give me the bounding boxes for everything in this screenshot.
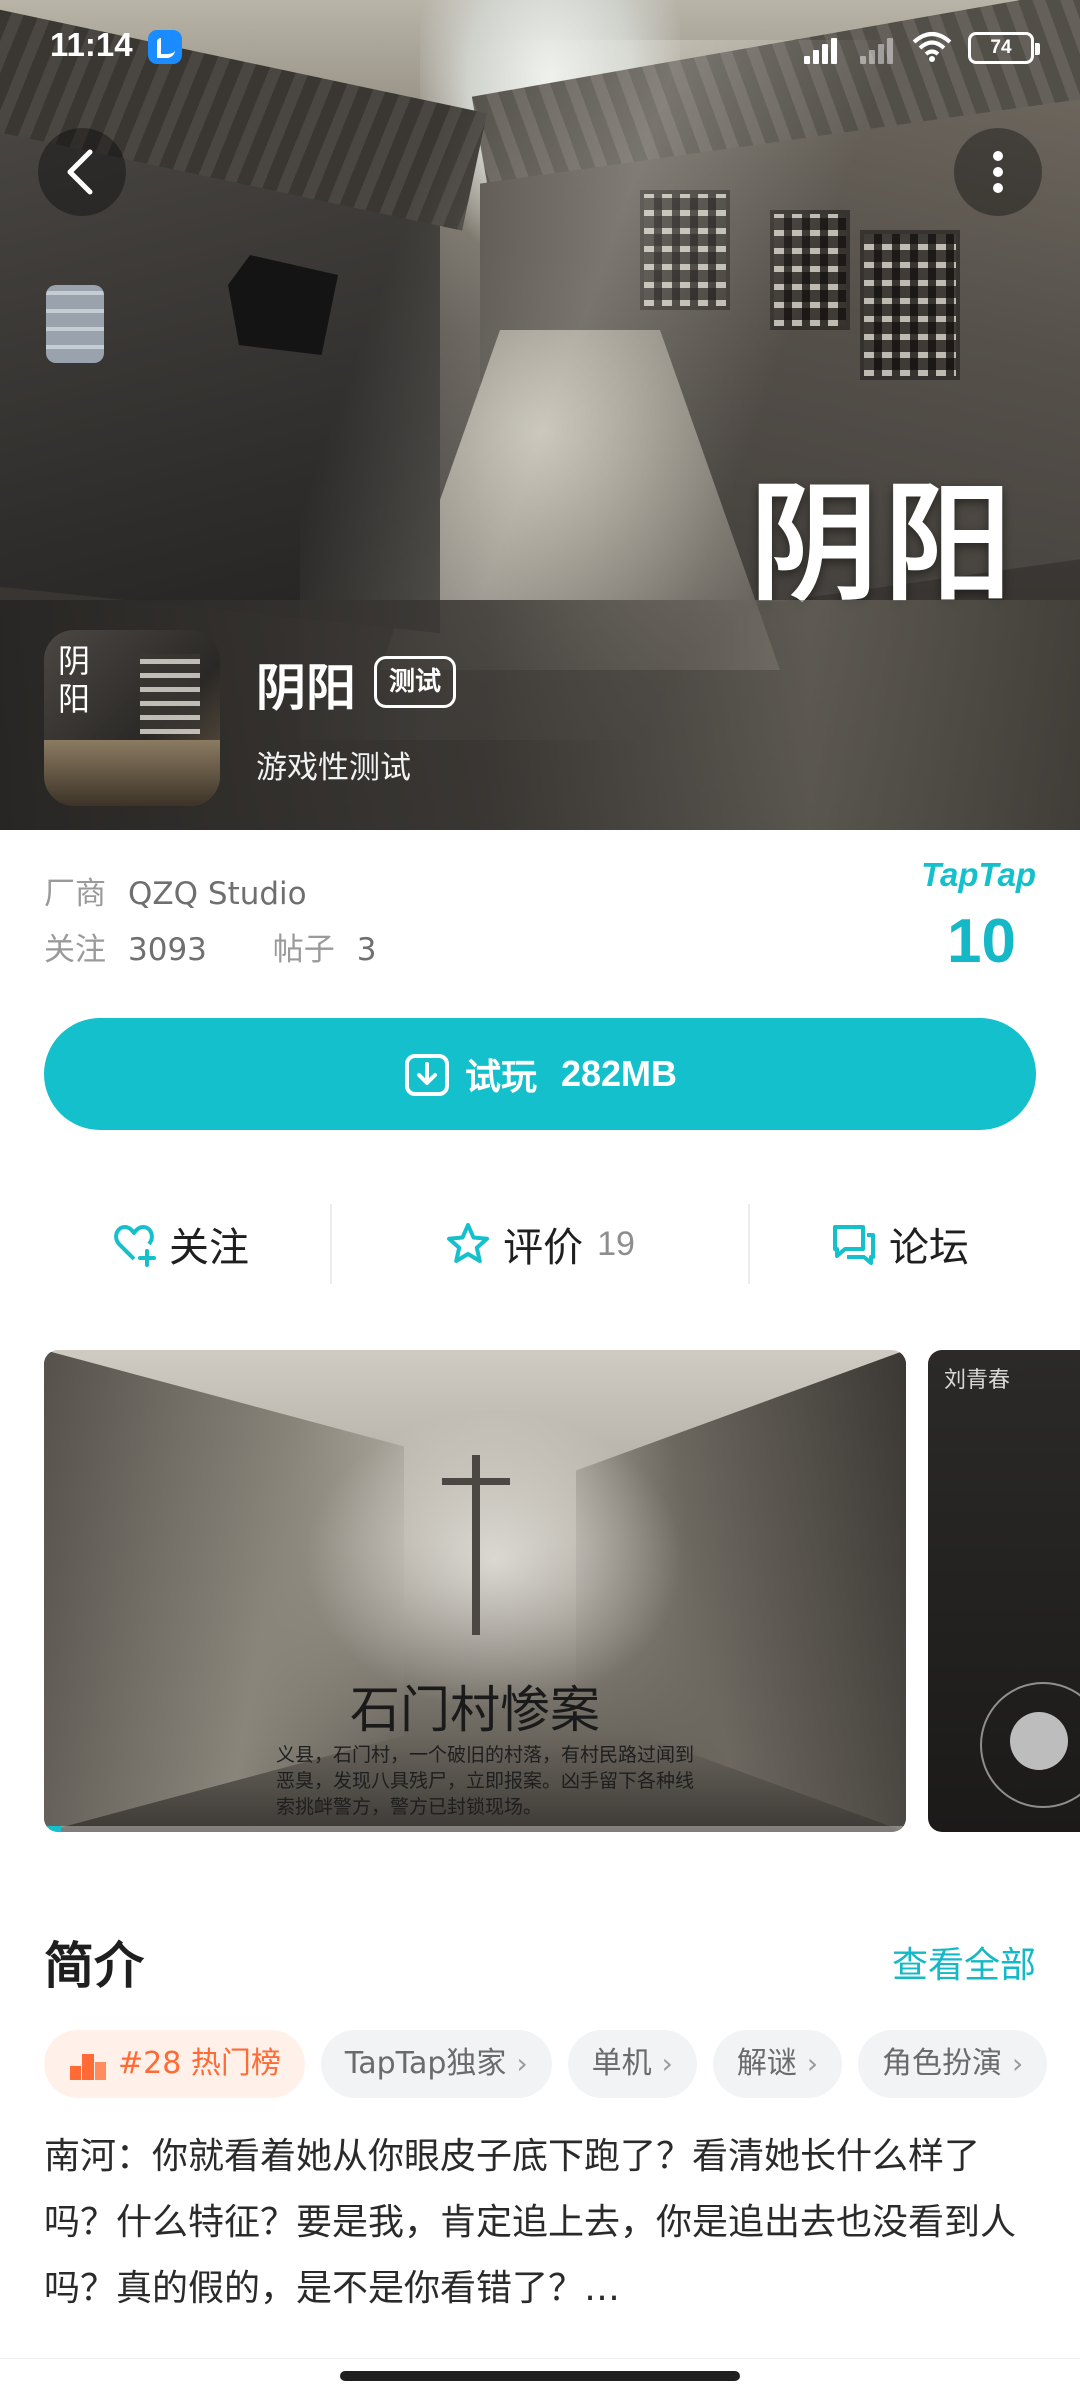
test-badge: 测试 xyxy=(374,656,457,708)
chevron-right-icon: › xyxy=(1012,2047,1024,2080)
tag-label: 解谜 xyxy=(736,2046,797,2081)
game-title: 阴阳 xyxy=(256,659,356,717)
game-icon-ground xyxy=(44,740,220,806)
intro-title: 简介 xyxy=(44,1937,144,1995)
download-size: 282MB xyxy=(560,1053,678,1094)
bottom-divider xyxy=(0,2358,1080,2359)
follow-button[interactable]: 关注 xyxy=(0,1196,360,1292)
posts-label: 帖子 xyxy=(272,932,335,968)
see-all-link[interactable]: 查看全部 xyxy=(892,1936,1036,1988)
game-icon-window xyxy=(140,654,200,734)
tag-chip-hot-rank[interactable]: #28 热门榜 xyxy=(44,2030,305,2098)
hero-title: 阴阳 xyxy=(749,469,1018,619)
status-bar: 11:14 74 xyxy=(0,0,1080,96)
wifi-icon xyxy=(912,32,952,62)
follow-label: 关注 xyxy=(44,932,106,968)
posts-count: 3 xyxy=(356,932,377,968)
media-progress-fill xyxy=(44,1826,62,1832)
vendor-label: 厂商 xyxy=(44,876,106,912)
tag-chip[interactable]: TapTap独家 › xyxy=(320,2030,552,2098)
action-bar: 关注 评价 19 论坛 xyxy=(0,1196,1080,1292)
chevron-right-icon: › xyxy=(806,2047,819,2080)
star-icon xyxy=(447,1223,490,1263)
ranking-podium-icon xyxy=(70,2054,106,2080)
status-time: 11:14 xyxy=(50,26,133,63)
chat-bubbles-icon xyxy=(833,1225,875,1265)
chevron-right-icon: › xyxy=(516,2047,528,2080)
tag-label: 角色扮演 xyxy=(882,2046,1003,2081)
tag-list: #28 热门榜 TapTap独家 › 单机 › 解谜 › 角色扮演 › xyxy=(44,2030,1080,2100)
home-indicator[interactable] xyxy=(340,2371,740,2381)
battery-icon: 74 xyxy=(968,32,1040,64)
stats-row: 关注 3093 帖子 3 xyxy=(44,924,377,969)
media-glow xyxy=(304,1410,684,1710)
forum-button[interactable]: 论坛 xyxy=(720,1196,1080,1292)
joystick-graphic xyxy=(980,1682,1080,1808)
review-button[interactable]: 评价 19 xyxy=(360,1196,720,1292)
tag-chip[interactable]: 解谜 › xyxy=(712,2030,843,2098)
action-divider xyxy=(330,1204,332,1284)
more-vertical-icon xyxy=(993,151,1003,193)
media-description: 义县，石门村，一个破旧的村落，有村民路过闻到恶臭，发现八具残尸，立即报案。凶手留… xyxy=(276,1744,695,1818)
tag-chip[interactable]: 单机 › xyxy=(567,2030,697,2098)
media-title: 石门村惨案 xyxy=(350,1681,600,1739)
forum-label: 论坛 xyxy=(889,1225,969,1271)
signal-icon xyxy=(856,34,900,64)
rating-score[interactable]: 10 xyxy=(947,906,1016,977)
game-subtitle: 游戏性测试 xyxy=(256,750,411,786)
back-button[interactable] xyxy=(38,128,126,216)
tag-label: 单机 xyxy=(591,2046,652,2081)
heart-plus-icon xyxy=(114,1225,156,1267)
trial-play-button[interactable]: 试玩 282MB xyxy=(44,1018,1036,1130)
game-icon-text: 阴阳 xyxy=(58,642,91,718)
media-progress-bar[interactable] xyxy=(44,1826,906,1832)
call-icon xyxy=(148,30,182,64)
vendor-row: 厂商 QZQ Studio xyxy=(44,868,307,913)
chevron-left-icon xyxy=(67,149,93,195)
review-count: 19 xyxy=(597,1224,635,1263)
game-icon: 阴阳 xyxy=(44,630,220,806)
tag-label: #28 热门榜 xyxy=(118,2046,281,2081)
signal-hd-icon xyxy=(800,34,844,64)
media-screenshot-card[interactable]: 刘青春 xyxy=(928,1350,1080,1832)
action-divider xyxy=(748,1204,750,1284)
follow-count: 3093 xyxy=(128,932,207,968)
intro-text[interactable]: 南河：你就看着她从你眼皮子底下跑了？看清她长什么样了吗？什么特征？要是我，肯定追… xyxy=(44,2124,1036,2322)
more-button[interactable] xyxy=(954,128,1042,216)
chevron-right-icon: › xyxy=(661,2047,673,2080)
media-video-card[interactable]: 石门村惨案 义县，石门村，一个破旧的村落，有村民路过闻到恶臭，发现八具残尸，立即… xyxy=(44,1350,906,1832)
tag-chip[interactable]: 角色扮演 › xyxy=(858,2030,1048,2098)
download-icon xyxy=(404,1054,449,1096)
media-pole-bar xyxy=(442,1478,510,1485)
follow-label: 关注 xyxy=(169,1225,249,1271)
review-label: 评价 xyxy=(503,1225,584,1271)
taptap-logo: TapTap xyxy=(921,856,1036,893)
vendor-value[interactable]: QZQ Studio xyxy=(128,876,307,912)
trial-play-label: 试玩 xyxy=(464,1057,537,1098)
media-side-tag: 刘青春 xyxy=(944,1368,1011,1393)
tag-label: TapTap独家 xyxy=(344,2046,507,2081)
hero-bowl xyxy=(46,285,104,363)
